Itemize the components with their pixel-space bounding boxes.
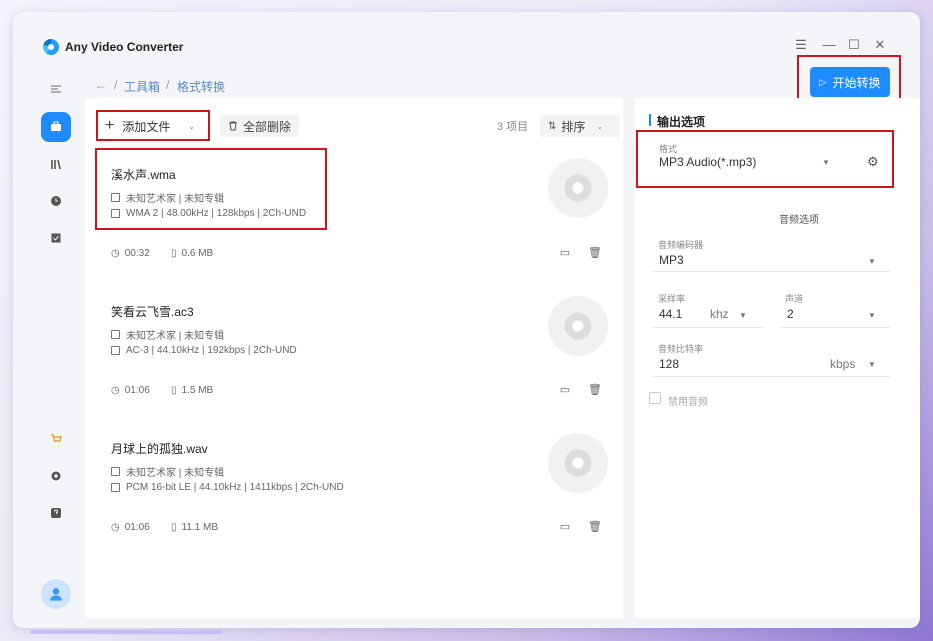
file-artist-album: 未知艺术家 | 未知专辑 bbox=[111, 464, 224, 479]
duration-text: 01:06 bbox=[124, 385, 150, 396]
breadcrumb-separator: / bbox=[114, 78, 118, 92]
file-icon: ▯ bbox=[171, 522, 177, 533]
delete-icon[interactable]: 🗑 bbox=[588, 246, 602, 260]
sample-rate-label: 采样率 bbox=[658, 294, 686, 304]
album-art-disc bbox=[548, 158, 608, 218]
encoder-label: 音频编码器 bbox=[658, 240, 704, 250]
file-name: 笑看云飞雪.ac3 bbox=[111, 305, 194, 319]
breadcrumb-separator: / bbox=[166, 78, 170, 92]
app-title: Any Video Converter bbox=[65, 40, 184, 54]
file-duration: ◷ 00:32 bbox=[111, 248, 150, 259]
field-underline bbox=[781, 327, 890, 328]
sort-label: 排序 bbox=[561, 119, 586, 134]
highlight-box-format bbox=[636, 130, 894, 188]
sidebar-cart-icon[interactable] bbox=[41, 424, 71, 454]
delete-all-label: 全部删除 bbox=[243, 119, 292, 134]
sidebar-library-icon[interactable] bbox=[41, 149, 71, 179]
user-avatar[interactable] bbox=[41, 579, 71, 609]
file-icon: ▯ bbox=[171, 385, 177, 396]
field-underline bbox=[653, 271, 890, 272]
file-size: ▯ 0.6 MB bbox=[171, 248, 213, 259]
codec-info-text: PCM 16-bit LE | 44.10kHz | 1411kbps | 2C… bbox=[126, 482, 344, 493]
item-count: 3 项目 bbox=[497, 121, 529, 133]
field-underline bbox=[653, 327, 763, 328]
artist-album-text: 未知艺术家 | 未知专辑 bbox=[126, 468, 225, 479]
artist-album-text: 未知艺术家 | 未知专辑 bbox=[126, 331, 225, 342]
album-art-disc bbox=[548, 296, 608, 356]
chevron-down-icon: ▼ bbox=[868, 311, 876, 320]
artist-icon bbox=[111, 467, 120, 476]
sample-rate-unit: khz bbox=[710, 307, 729, 321]
duration-text: 00:32 bbox=[124, 248, 150, 259]
duration-text: 01:06 bbox=[124, 522, 150, 533]
breadcrumb-current: 格式转换 bbox=[177, 80, 226, 94]
chevron-down-icon: ⌄ bbox=[596, 121, 604, 131]
app-window: Any Video Converter ☰ — ☐ ✕ ← / 工具箱 / 格式… bbox=[13, 12, 920, 628]
app-logo-icon bbox=[43, 39, 59, 55]
bitrate-label: 音频比特率 bbox=[658, 344, 704, 354]
file-codec-info: AC-3 | 44.10kHz | 192kbps | 2Ch-UND bbox=[111, 345, 297, 356]
codec-info-text: AC-3 | 44.10kHz | 192kbps | 2Ch-UND bbox=[126, 345, 297, 356]
file-name: 月球上的孤独.wav bbox=[111, 442, 208, 456]
close-icon[interactable]: ✕ bbox=[872, 37, 888, 53]
back-button[interactable]: ← bbox=[95, 78, 107, 92]
highlight-box-file bbox=[95, 148, 327, 230]
artist-icon bbox=[111, 330, 120, 339]
audio-options-title: 音频选项 bbox=[779, 215, 819, 226]
channels-value: 2 bbox=[787, 307, 794, 321]
sidebar-toolbox-icon[interactable] bbox=[41, 112, 71, 142]
sidebar-tasks-icon[interactable] bbox=[41, 223, 71, 253]
size-text: 0.6 MB bbox=[181, 248, 214, 259]
trash-icon bbox=[229, 121, 237, 131]
breadcrumb-toolbox[interactable]: 工具箱 bbox=[124, 78, 160, 95]
file-duration: ◷ 01:06 bbox=[111, 522, 150, 533]
sort-icon: ⇅ bbox=[548, 120, 557, 132]
horizontal-scrollbar[interactable] bbox=[30, 630, 222, 634]
file-artist-album: 未知艺术家 | 未知专辑 bbox=[111, 327, 224, 342]
disable-audio-checkbox[interactable] bbox=[649, 392, 661, 404]
menu-icon[interactable]: ☰ bbox=[793, 37, 809, 53]
sidebar-collapse-icon[interactable] bbox=[41, 74, 71, 104]
file-codec-info: PCM 16-bit LE | 44.10kHz | 1411kbps | 2C… bbox=[111, 482, 344, 493]
file-duration: ◷ 01:06 bbox=[111, 385, 150, 396]
folder-icon[interactable]: ▭ bbox=[558, 520, 572, 534]
clock-icon: ◷ bbox=[111, 248, 120, 259]
maximize-icon[interactable]: ☐ bbox=[846, 37, 862, 53]
sort-dropdown[interactable]: ⇅ 排序 ⌄ bbox=[540, 115, 620, 137]
file-size: ▯ 1.5 MB bbox=[171, 385, 213, 396]
sidebar-settings-icon[interactable] bbox=[41, 461, 71, 491]
delete-icon[interactable]: 🗑 bbox=[588, 383, 602, 397]
bitrate-value: 128 bbox=[659, 357, 680, 371]
file-size: ▯ 11.1 MB bbox=[171, 522, 218, 533]
size-text: 1.5 MB bbox=[181, 385, 214, 396]
sidebar bbox=[13, 68, 85, 628]
sidebar-help-icon[interactable] bbox=[41, 498, 71, 528]
highlight-box-add bbox=[96, 110, 210, 141]
codec-icon bbox=[111, 346, 120, 355]
chevron-down-icon: ▼ bbox=[868, 360, 876, 369]
chevron-down-icon: ▼ bbox=[868, 257, 876, 266]
delete-icon[interactable]: 🗑 bbox=[588, 520, 602, 534]
file-icon: ▯ bbox=[171, 248, 177, 259]
minimize-icon[interactable]: — bbox=[821, 37, 837, 53]
folder-icon[interactable]: ▭ bbox=[558, 246, 572, 260]
chevron-down-icon: ▼ bbox=[739, 311, 747, 320]
album-art-disc bbox=[548, 433, 608, 493]
clock-icon: ◷ bbox=[111, 385, 120, 396]
highlight-box-start bbox=[797, 55, 901, 102]
output-options-title: 输出选项 bbox=[648, 114, 706, 129]
delete-all-button[interactable]: 全部删除 bbox=[220, 115, 300, 137]
clock-icon: ◷ bbox=[111, 522, 120, 533]
folder-icon[interactable]: ▭ bbox=[558, 383, 572, 397]
field-underline bbox=[653, 376, 890, 377]
title-bar: Any Video Converter ☰ — ☐ ✕ bbox=[13, 12, 920, 68]
channels-label: 声道 bbox=[785, 294, 804, 304]
size-text: 11.1 MB bbox=[181, 522, 219, 533]
disable-audio-label: 禁用音频 bbox=[668, 397, 708, 408]
sidebar-history-icon[interactable] bbox=[41, 186, 71, 216]
sample-rate-value: 44.1 bbox=[659, 307, 683, 321]
encoder-value: MP3 bbox=[659, 253, 684, 267]
bitrate-unit: kbps bbox=[830, 357, 856, 371]
codec-icon bbox=[111, 483, 120, 492]
